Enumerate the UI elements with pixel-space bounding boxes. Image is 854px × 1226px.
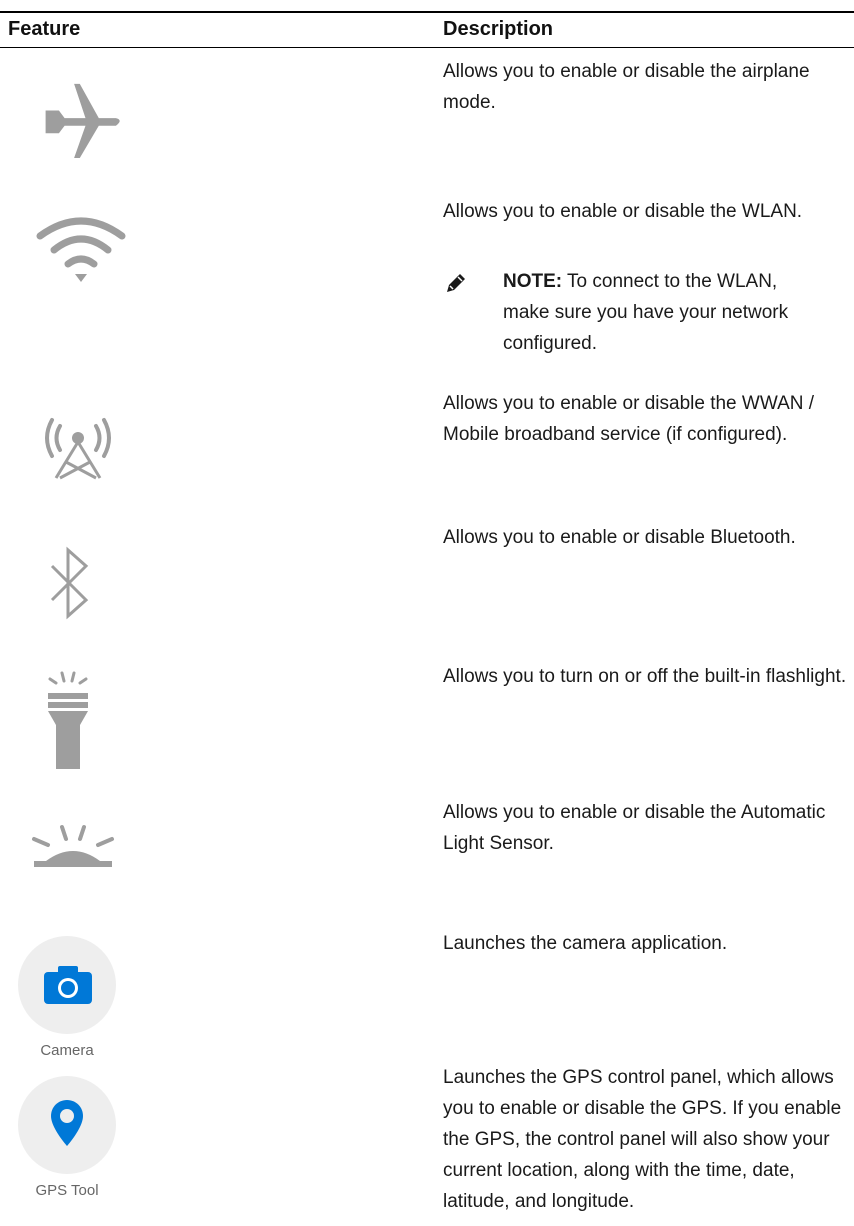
wifi-icon <box>36 214 126 284</box>
row-description: Allows you to enable or disable the Auto… <box>443 802 826 854</box>
table-top-rule <box>0 11 854 13</box>
column-header-description: Description <box>443 18 554 40</box>
feature-table: Feature Description Allows you to enable… <box>0 0 854 1226</box>
cellular-tower-icon <box>38 412 118 482</box>
flashlight-icon <box>40 671 100 771</box>
row-description: Allows you to enable or disable the airp… <box>443 61 810 113</box>
gps-app-label: GPS Tool <box>35 1182 99 1199</box>
row-description: Allows you to enable or disable Bluetoot… <box>443 527 796 548</box>
column-header-feature: Feature <box>8 18 81 40</box>
airplane-icon <box>38 82 128 162</box>
row-description: Allows you to enable or disable the WLAN… <box>443 201 803 222</box>
row-description: Launches the camera application. <box>443 933 728 954</box>
light-sensor-icon <box>28 821 118 871</box>
note-text-block: NOTE: To connect to the WLAN, make sure … <box>503 266 823 359</box>
row-description: Launches the GPS control panel, which al… <box>443 1067 842 1212</box>
table-header-rule <box>0 47 854 48</box>
camera-app-label: Camera <box>40 1042 94 1059</box>
camera-icon <box>44 966 92 1004</box>
note-label: NOTE: <box>503 271 563 292</box>
pencil-note-icon <box>445 272 467 294</box>
gps-pin-icon <box>51 1100 83 1146</box>
row-description: Allows you to enable or disable the WWAN… <box>443 393 815 445</box>
camera-app-tile[interactable] <box>18 936 116 1034</box>
gps-app-tile[interactable] <box>18 1076 116 1174</box>
note-block: NOTE: To connect to the WLAN, make sure … <box>443 270 848 390</box>
bluetooth-icon <box>46 544 96 624</box>
row-description: Allows you to turn on or off the built-i… <box>443 666 847 687</box>
